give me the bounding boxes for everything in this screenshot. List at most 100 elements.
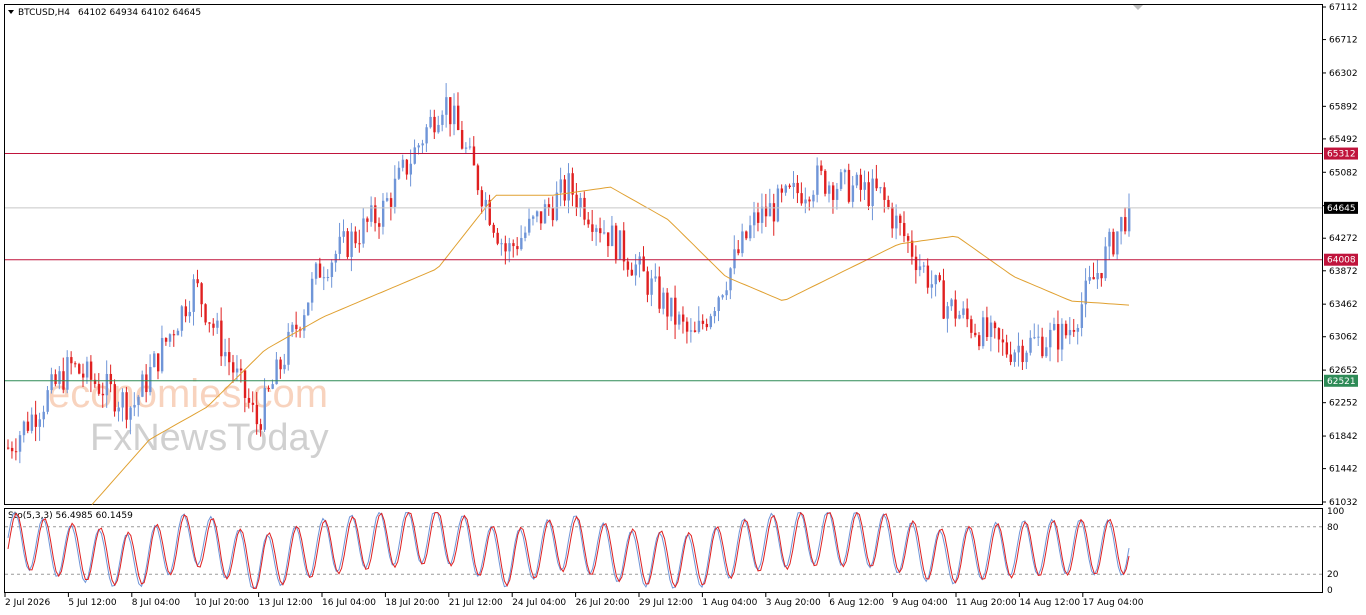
time-tick-label: 14 Aug 12:00 <box>1019 598 1080 608</box>
candle-body <box>654 276 657 279</box>
candle-body <box>263 387 266 430</box>
candle-body <box>322 277 326 279</box>
candle-body <box>239 368 243 371</box>
candle-body <box>1124 217 1127 232</box>
candle-body <box>1112 231 1115 255</box>
candle-body <box>26 421 30 431</box>
candle-body <box>756 212 760 223</box>
candle-body <box>906 236 910 241</box>
candle-body <box>334 253 338 263</box>
candle-body <box>1021 345 1024 363</box>
candle-body <box>267 387 270 389</box>
time-tick-label: 10 Jul 20:00 <box>195 598 249 608</box>
candle-body <box>891 207 894 229</box>
candle-body <box>1053 324 1056 330</box>
candle-body <box>378 223 381 227</box>
candle-body <box>1005 342 1009 355</box>
candle-body <box>899 215 902 223</box>
candle-body <box>867 182 870 206</box>
candle-body <box>950 299 953 307</box>
candle-body <box>725 290 728 296</box>
candle-body <box>547 204 551 208</box>
time-axis[interactable]: 2 Jul 2026 5 Jul 12:00 8 Jul 04:00 10 Jul 2… <box>4 593 1144 608</box>
candle-body <box>109 373 113 385</box>
candle-body <box>137 396 140 405</box>
oscillator-tick-label: 100 <box>1327 507 1344 517</box>
time-tick-label: 3 Aug 20:00 <box>766 598 821 608</box>
candle-body <box>342 231 345 237</box>
candle-body <box>18 435 22 452</box>
candle-body <box>306 302 310 316</box>
candle-body <box>895 215 898 229</box>
candle-body <box>792 182 795 188</box>
candle-body <box>614 225 618 260</box>
candle-body <box>421 143 424 146</box>
candle-body <box>133 404 136 408</box>
candle-body <box>7 447 10 449</box>
candle-body <box>579 197 582 208</box>
time-tick-label: 17 Aug 04:00 <box>1083 598 1144 608</box>
candle-body <box>437 124 440 133</box>
candle-body <box>713 311 716 317</box>
candle-body <box>70 357 73 364</box>
candle-body <box>903 222 906 237</box>
candle-body <box>1128 207 1131 232</box>
candle-body <box>689 330 693 332</box>
time-tick-label: 13 Jul 12:00 <box>259 598 313 608</box>
oscillator-title: Sto(5,3,3) 56.4985 60.1459 <box>8 511 133 521</box>
candle-body <box>243 370 247 398</box>
candle-body <box>993 322 997 329</box>
candle-body <box>318 263 322 278</box>
symbol-label: BTCUSD,H4 <box>18 8 70 18</box>
candle-body <box>326 276 330 278</box>
candle-body <box>1068 329 1072 336</box>
candle-body <box>531 216 535 219</box>
candle-body <box>883 187 886 200</box>
candle-body <box>117 407 120 412</box>
candle-body <box>784 185 787 193</box>
candle-body <box>366 218 369 222</box>
candle-body <box>1017 345 1020 353</box>
time-tick-label: 18 Jul 20:00 <box>385 598 439 608</box>
oscillator-axis: 100 80 20 0 <box>1327 507 1344 596</box>
candle-body <box>180 306 184 331</box>
candle-body <box>220 320 223 357</box>
ohlc-values: 64102 64934 64102 64645 <box>78 8 201 18</box>
candle-body <box>168 334 172 342</box>
candle-body <box>468 146 472 148</box>
candle-body <box>567 173 570 201</box>
candle-body <box>38 419 41 427</box>
candle-body <box>855 174 859 186</box>
candle-body <box>1013 352 1016 362</box>
candle-body <box>512 243 515 247</box>
candle-body <box>1076 327 1080 332</box>
candle-body <box>74 363 77 365</box>
candle-body <box>962 308 965 315</box>
candle-body <box>816 165 819 195</box>
price-tick-label: 63462 <box>1329 300 1358 310</box>
candle-body <box>618 230 622 260</box>
candle-body <box>89 361 93 380</box>
candle-body <box>464 147 468 149</box>
time-tick-label: 9 Aug 04:00 <box>893 598 948 608</box>
time-tick-label: 24 Jul 04:00 <box>512 598 566 608</box>
candle-body <box>599 228 602 234</box>
candle-body <box>709 316 712 328</box>
candle-body <box>1072 329 1076 332</box>
candle-body <box>228 352 231 363</box>
candle-body <box>30 414 34 431</box>
trading-chart[interactable]: economies.com FxNewsToday BTCUSD,H4 6410… <box>0 0 1366 615</box>
candle-body <box>753 212 756 226</box>
candle-body <box>543 204 547 224</box>
candle-body <box>208 322 211 324</box>
price-tick-label: 61842 <box>1329 432 1358 442</box>
candle-body <box>981 317 985 347</box>
candle-body <box>358 243 361 245</box>
candle-body <box>42 411 45 420</box>
candle-body <box>551 207 555 221</box>
candle-body <box>1045 347 1048 357</box>
candle-body <box>666 292 669 317</box>
candle-body <box>164 337 168 342</box>
candle-body <box>141 374 144 397</box>
candle-body <box>721 295 724 298</box>
